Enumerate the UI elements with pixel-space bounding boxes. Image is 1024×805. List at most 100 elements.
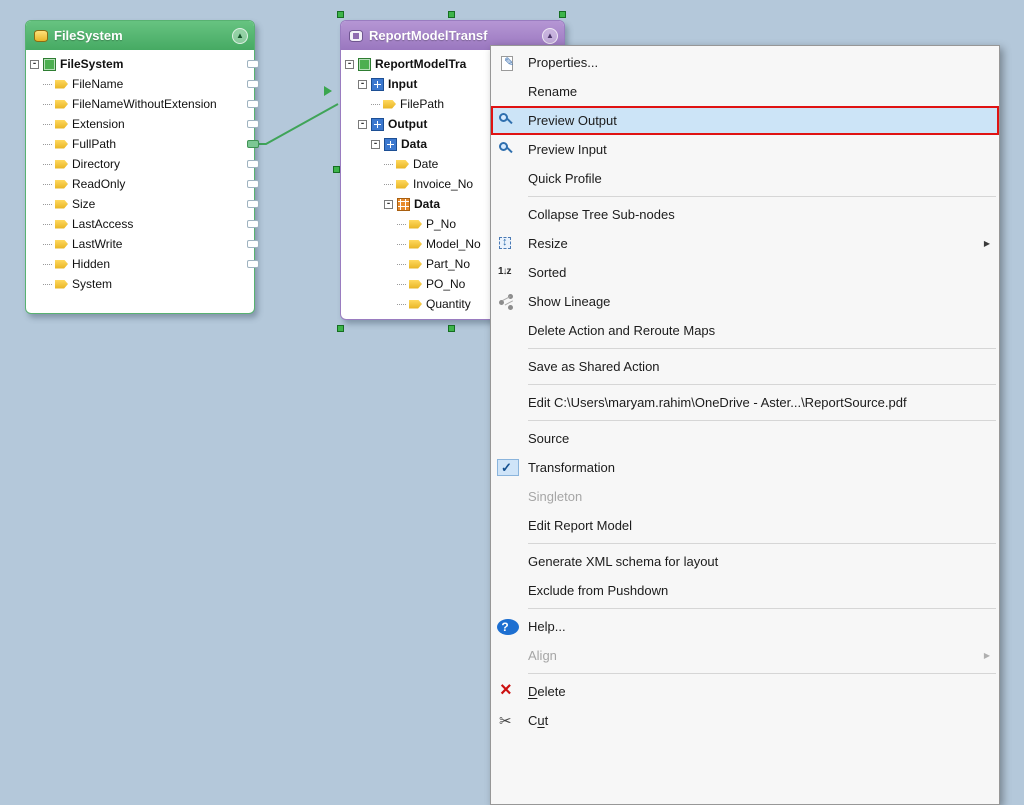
menu-item-align: Align▶ [491, 641, 999, 670]
tree-row-readonly[interactable]: ReadOnly [26, 174, 252, 194]
menu-item-label: Source [528, 431, 569, 446]
menu-item-rename[interactable]: Rename [491, 77, 999, 106]
tree-guide-line [43, 144, 52, 145]
tree-row-filename[interactable]: FileName [26, 74, 252, 94]
menu-separator [528, 608, 996, 609]
tag-field-icon [55, 120, 68, 129]
tree-collapse-icon[interactable]: - [371, 140, 380, 149]
tree-row-fullpath[interactable]: FullPath [26, 134, 252, 154]
menu-item-edit-c-users-maryam-rahim-onedrive-aster-reportsource-pdf[interactable]: Edit C:\Users\maryam.rahim\OneDrive - As… [491, 388, 999, 417]
map-port[interactable] [247, 160, 259, 168]
menu-item-properties[interactable]: Properties... [491, 48, 999, 77]
menu-item-source[interactable]: Source [491, 424, 999, 453]
tag-field-icon [409, 220, 422, 229]
context-menu: Properties... Rename Preview Output Preview… [490, 45, 1000, 805]
tree-node-label: Size [72, 197, 95, 211]
menu-item-help[interactable]: Help... [491, 612, 999, 641]
tree-row-lastwrite[interactable]: LastWrite [26, 234, 252, 254]
map-port[interactable] [247, 260, 259, 268]
tree-collapse-icon[interactable]: - [358, 120, 367, 129]
menu-item-cut[interactable]: Cut [491, 706, 999, 735]
selection-handle[interactable] [559, 11, 566, 18]
tree-row-filesystem[interactable]: - FileSystem [26, 54, 252, 74]
menu-item-sorted[interactable]: Sorted [491, 258, 999, 287]
tree-node-label: LastAccess [72, 217, 133, 231]
menu-item-label: Edit C:\Users\maryam.rahim\OneDrive - As… [528, 395, 907, 410]
tag-field-icon [55, 140, 68, 149]
tag-field-icon [409, 260, 422, 269]
menu-item-show-lineage[interactable]: Show Lineage [491, 287, 999, 316]
tag-field-icon [409, 300, 422, 309]
cut-icon [497, 712, 519, 730]
menu-item-delete-action-and-reroute-maps[interactable]: Delete Action and Reroute Maps [491, 316, 999, 345]
menu-item-label: Delete [528, 684, 566, 699]
map-port[interactable] [247, 60, 259, 68]
tag-field-icon [55, 240, 68, 249]
tree-row-extension[interactable]: Extension [26, 114, 252, 134]
menu-item-exclude-from-pushdown[interactable]: Exclude from Pushdown [491, 576, 999, 605]
tree-node-label: FilePath [400, 97, 444, 111]
menu-item-label: Cut [528, 713, 548, 728]
blank-icon [497, 488, 519, 506]
tree-collapse-icon[interactable]: - [30, 60, 39, 69]
tag-field-icon [55, 200, 68, 209]
tree-guide-line [43, 164, 52, 165]
tree-row-system[interactable]: System [26, 274, 252, 294]
filesystem-node-title: FileSystem [54, 28, 226, 43]
menu-item-generate-xml-schema-for-layout[interactable]: Generate XML schema for layout [491, 547, 999, 576]
menu-item-label: Quick Profile [528, 171, 602, 186]
menu-item-label: Preview Output [528, 113, 617, 128]
menu-item-resize[interactable]: Resize▶ [491, 229, 999, 258]
tag-field-icon [55, 180, 68, 189]
tree-collapse-icon[interactable]: - [358, 80, 367, 89]
menu-item-collapse-tree-sub-nodes[interactable]: Collapse Tree Sub-nodes [491, 200, 999, 229]
tree-guide-line [397, 244, 406, 245]
collapse-node-icon[interactable]: ▲ [542, 28, 558, 44]
tree-row-directory[interactable]: Directory [26, 154, 252, 174]
filesystem-node-header[interactable]: FileSystem ▲ [26, 21, 254, 50]
menu-item-quick-profile[interactable]: Quick Profile [491, 164, 999, 193]
tree-node-label: FullPath [72, 137, 116, 151]
map-port[interactable] [247, 120, 259, 128]
map-port[interactable] [247, 100, 259, 108]
collapse-node-icon[interactable]: ▲ [232, 28, 248, 44]
submenu-arrow-icon: ▶ [984, 239, 990, 248]
menu-item-save-as-shared-action[interactable]: Save as Shared Action [491, 352, 999, 381]
map-port[interactable] [247, 140, 259, 148]
menu-item-label: Collapse Tree Sub-nodes [528, 207, 675, 222]
tree-guide-line [384, 164, 393, 165]
selection-handle[interactable] [337, 325, 344, 332]
tree-row-filenamewithoutextension[interactable]: FileNameWithoutExtension [26, 94, 252, 114]
menu-item-transformation[interactable]: Transformation [491, 453, 999, 482]
map-port[interactable] [247, 220, 259, 228]
tree-node-label: Model_No [426, 237, 481, 251]
menu-separator [528, 420, 996, 421]
tree-guide-line [43, 244, 52, 245]
selection-handle[interactable] [333, 166, 340, 173]
menu-item-label: Properties... [528, 55, 598, 70]
tree-row-size[interactable]: Size [26, 194, 252, 214]
menu-item-preview-output[interactable]: Preview Output [491, 106, 999, 135]
map-port[interactable] [247, 240, 259, 248]
selection-handle[interactable] [448, 325, 455, 332]
tree-guide-line [397, 264, 406, 265]
blank-icon [497, 582, 519, 600]
map-port[interactable] [247, 80, 259, 88]
tree-collapse-icon[interactable]: - [345, 60, 354, 69]
filesystem-node[interactable]: FileSystem ▲ - FileSystem FileNameFileName… [25, 20, 255, 314]
map-port[interactable] [247, 200, 259, 208]
map-port[interactable] [247, 180, 259, 188]
selection-handle[interactable] [448, 11, 455, 18]
tree-row-hidden[interactable]: Hidden [26, 254, 252, 274]
blank-icon [497, 430, 519, 448]
tree-node-label: FileSystem [60, 57, 123, 71]
menu-item-delete[interactable]: Delete [491, 677, 999, 706]
menu-item-label: Singleton [528, 489, 582, 504]
menu-item-label: Align [528, 648, 557, 663]
tree-row-lastaccess[interactable]: LastAccess [26, 214, 252, 234]
tree-collapse-icon[interactable]: - [384, 200, 393, 209]
menu-item-edit-report-model[interactable]: Edit Report Model [491, 511, 999, 540]
menu-item-label: Preview Input [528, 142, 607, 157]
menu-item-preview-input[interactable]: Preview Input [491, 135, 999, 164]
selection-handle[interactable] [337, 11, 344, 18]
